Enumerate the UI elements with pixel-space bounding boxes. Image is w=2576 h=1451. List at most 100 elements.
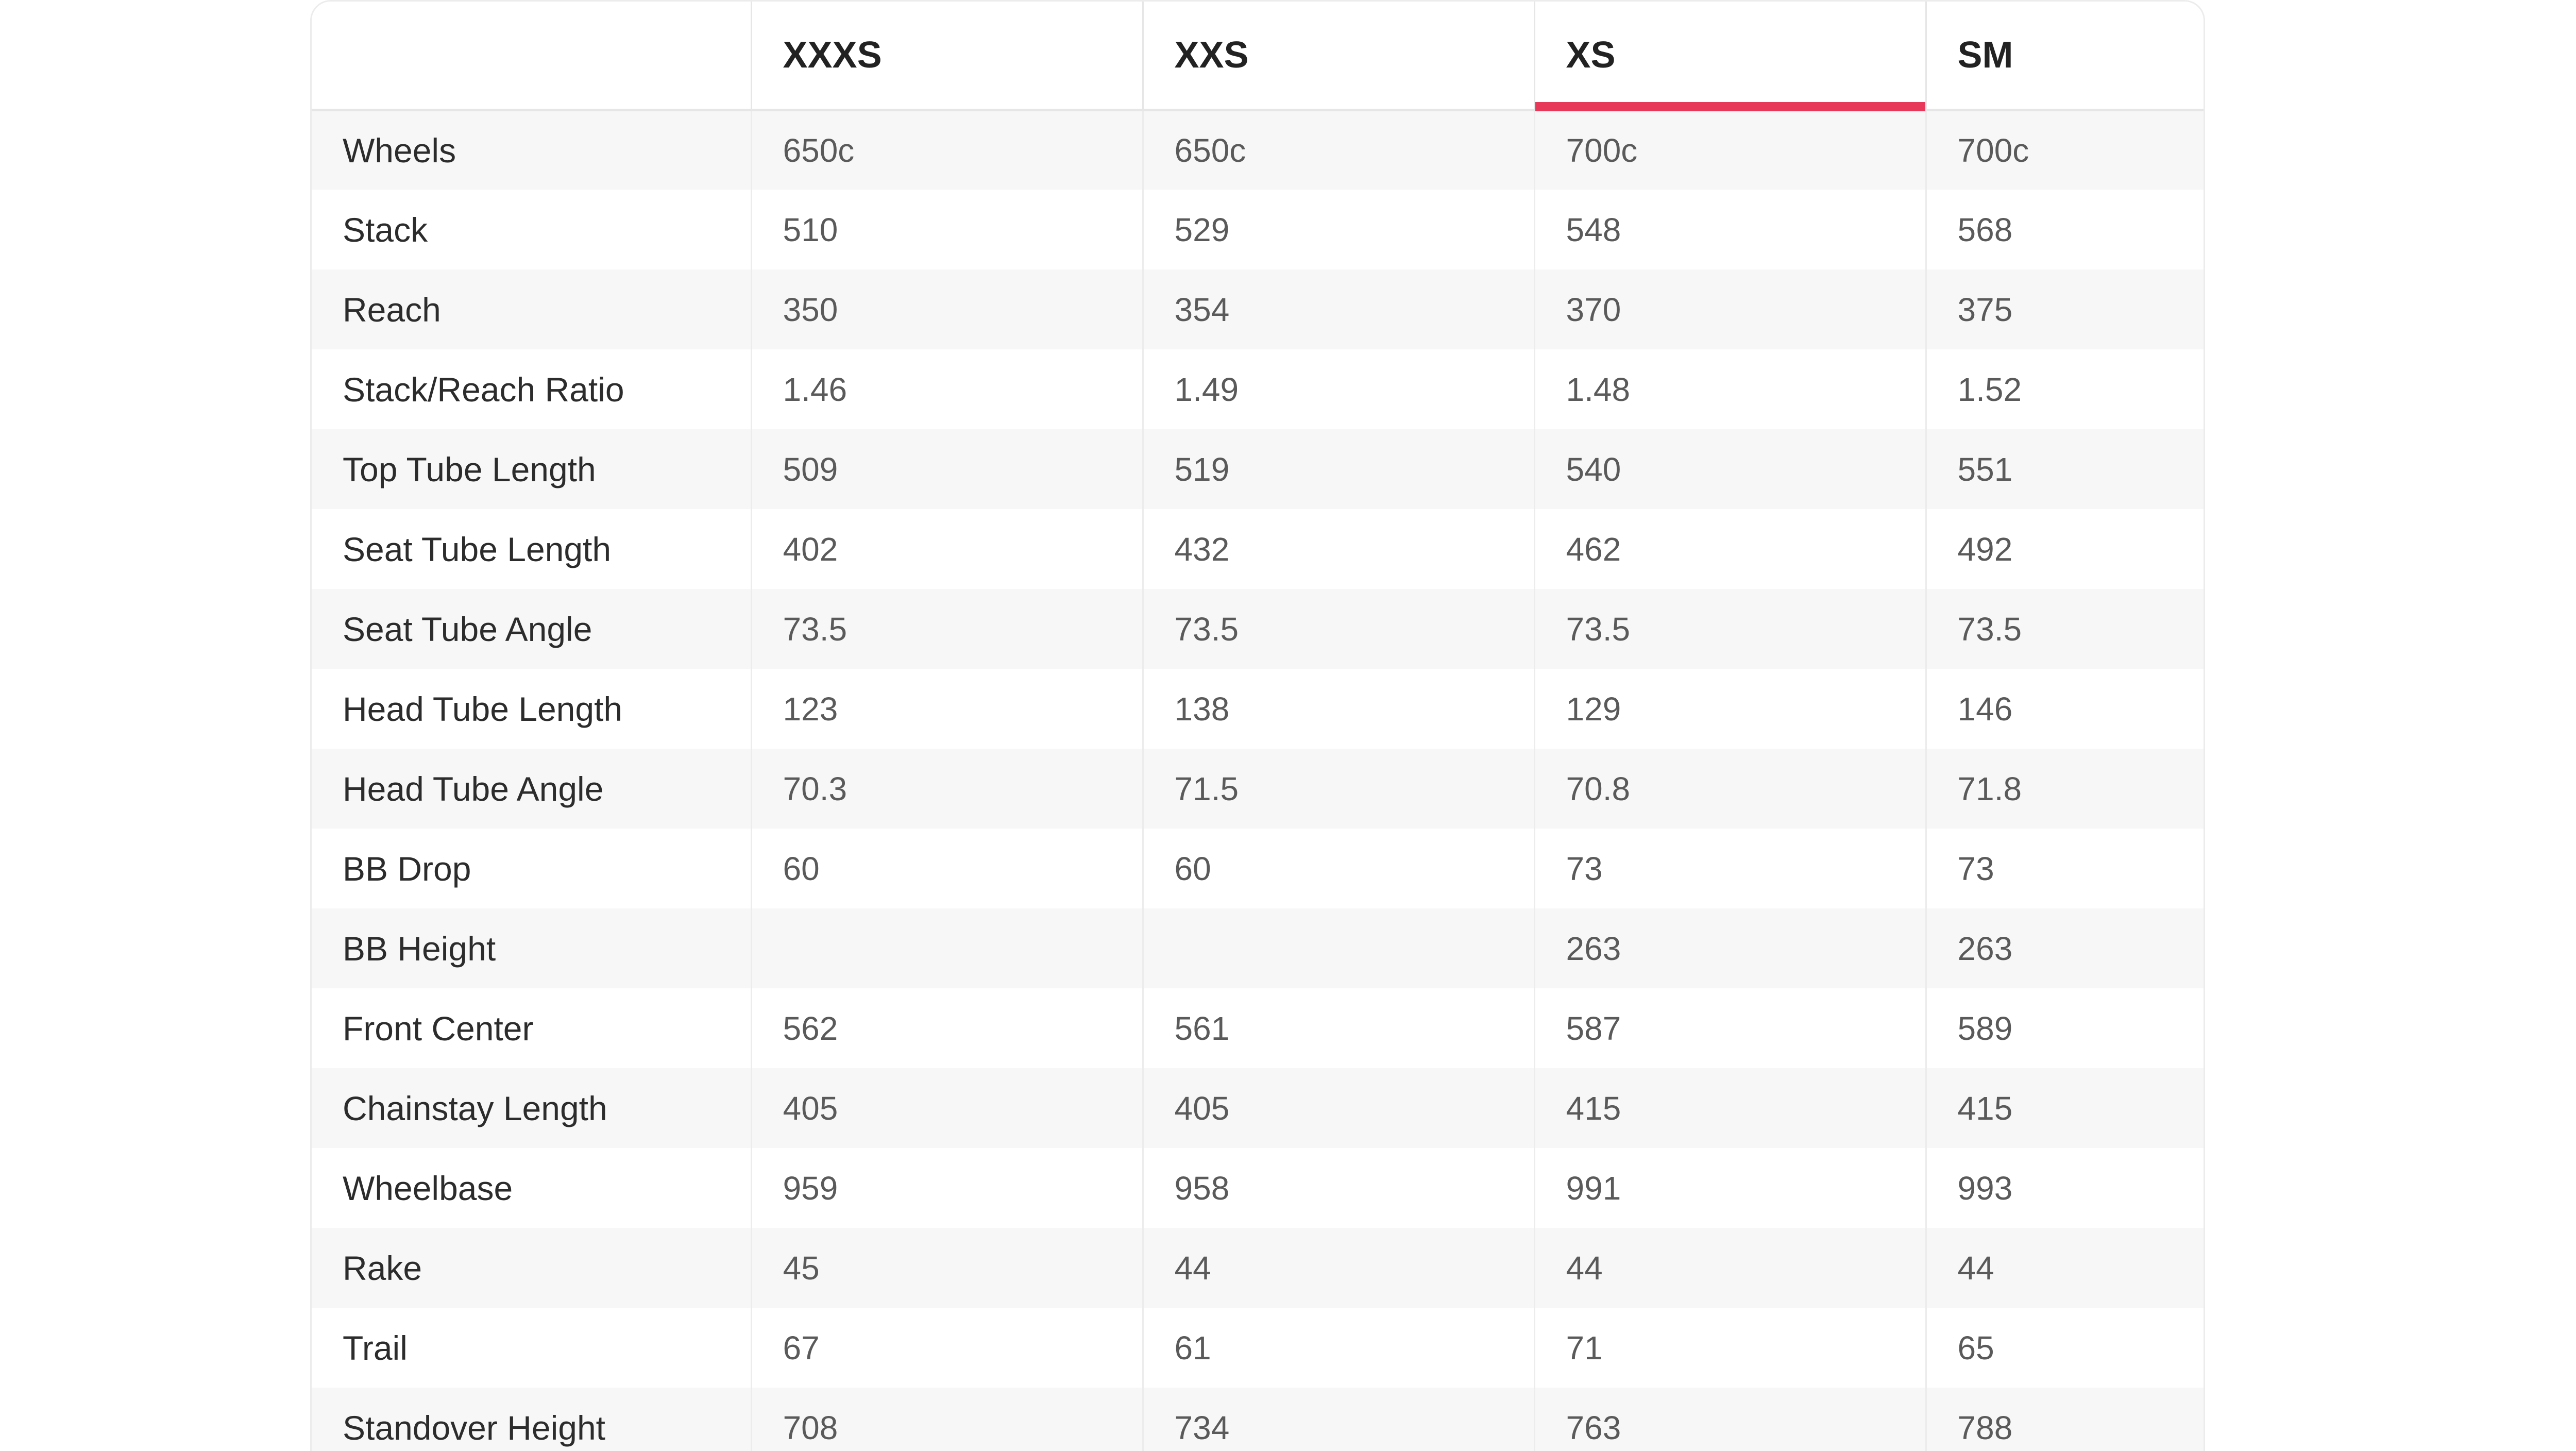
table-cell: 45 bbox=[751, 1228, 1144, 1308]
row-label: Reach bbox=[312, 269, 752, 349]
table-row: Front Center 562 561 587 589 bbox=[312, 988, 2204, 1068]
table-cell: 589 bbox=[1926, 988, 2204, 1068]
table-row: Rake 45 44 44 44 bbox=[312, 1228, 2204, 1308]
table-cell: 263 bbox=[1534, 908, 1927, 988]
table-cell: 44 bbox=[1143, 1228, 1535, 1308]
table-cell: 73 bbox=[1534, 829, 1927, 908]
table-cell: 650c bbox=[1143, 110, 1535, 190]
table-cell: 415 bbox=[1926, 1068, 2204, 1148]
table-cell: 991 bbox=[1534, 1148, 1927, 1228]
table-cell: 73.5 bbox=[1143, 589, 1535, 669]
geometry-table-container: XXXS XXS XS SM Wheels 650c 650c 700c 700c Sta… bbox=[310, 0, 2205, 1451]
table-cell: 405 bbox=[751, 1068, 1144, 1148]
row-label: Seat Tube Length bbox=[312, 509, 752, 589]
geometry-table: XXXS XXS XS SM Wheels 650c 650c 700c 700c Sta… bbox=[312, 2, 2204, 1451]
table-cell: 129 bbox=[1534, 669, 1927, 749]
row-label: Wheelbase bbox=[312, 1148, 752, 1228]
table-cell: 70.8 bbox=[1534, 749, 1927, 829]
row-label: Chainstay Length bbox=[312, 1068, 752, 1148]
table-cell: 734 bbox=[1143, 1388, 1535, 1451]
row-label: Seat Tube Angle bbox=[312, 589, 752, 669]
table-cell: 509 bbox=[751, 429, 1144, 509]
table-cell: 432 bbox=[1143, 509, 1535, 589]
size-tab-xxxs[interactable]: XXXS bbox=[751, 2, 1144, 111]
table-cell: 71.8 bbox=[1926, 749, 2204, 829]
table-row: Reach 350 354 370 375 bbox=[312, 269, 2204, 349]
table-cell: 71 bbox=[1534, 1308, 1927, 1388]
table-cell: 763 bbox=[1534, 1388, 1927, 1451]
table-row: Standover Height 708 734 763 788 bbox=[312, 1388, 2204, 1451]
table-cell: 73 bbox=[1926, 829, 2204, 908]
table-cell: 562 bbox=[751, 988, 1144, 1068]
table-cell: 65 bbox=[1926, 1308, 2204, 1388]
row-label: Head Tube Angle bbox=[312, 749, 752, 829]
table-cell: 529 bbox=[1143, 190, 1535, 269]
table-cell: 548 bbox=[1534, 190, 1927, 269]
table-row: Chainstay Length 405 405 415 415 bbox=[312, 1068, 2204, 1148]
table-cell: 402 bbox=[751, 509, 1144, 589]
table-row: Top Tube Length 509 519 540 551 bbox=[312, 429, 2204, 509]
table-cell: 1.49 bbox=[1143, 349, 1535, 429]
table-row: BB Height 263 263 bbox=[312, 908, 2204, 988]
table-row: Trail 67 61 71 65 bbox=[312, 1308, 2204, 1388]
table-cell: 510 bbox=[751, 190, 1144, 269]
table-cell: 44 bbox=[1926, 1228, 2204, 1308]
table-cell: 350 bbox=[751, 269, 1144, 349]
table-cell: 146 bbox=[1926, 669, 2204, 749]
table-cell: 708 bbox=[751, 1388, 1144, 1451]
row-label: Rake bbox=[312, 1228, 752, 1308]
row-label: BB Height bbox=[312, 908, 752, 988]
table-cell: 700c bbox=[1926, 110, 2204, 190]
table-cell: 60 bbox=[751, 829, 1144, 908]
table-cell bbox=[1143, 908, 1535, 988]
table-cell: 73.5 bbox=[751, 589, 1144, 669]
row-label: Stack bbox=[312, 190, 752, 269]
row-label: BB Drop bbox=[312, 829, 752, 908]
row-label: Head Tube Length bbox=[312, 669, 752, 749]
table-cell: 1.48 bbox=[1534, 349, 1927, 429]
size-tab-xxs[interactable]: XXS bbox=[1143, 2, 1535, 111]
table-cell: 519 bbox=[1143, 429, 1535, 509]
table-cell: 462 bbox=[1534, 509, 1927, 589]
table-cell: 958 bbox=[1143, 1148, 1535, 1228]
table-cell: 73.5 bbox=[1534, 589, 1927, 669]
table-cell: 993 bbox=[1926, 1148, 2204, 1228]
table-cell: 561 bbox=[1143, 988, 1535, 1068]
size-tab-sm[interactable]: SM bbox=[1926, 2, 2204, 111]
table-cell: 354 bbox=[1143, 269, 1535, 349]
table-row: Stack 510 529 548 568 bbox=[312, 190, 2204, 269]
header-corner-cell bbox=[312, 2, 752, 111]
table-row: Wheels 650c 650c 700c 700c bbox=[312, 110, 2204, 190]
table-cell: 44 bbox=[1534, 1228, 1927, 1308]
table-cell: 375 bbox=[1926, 269, 2204, 349]
table-cell: 60 bbox=[1143, 829, 1535, 908]
header-row: XXXS XXS XS SM bbox=[312, 2, 2204, 111]
row-label: Wheels bbox=[312, 110, 752, 190]
table-cell: 67 bbox=[751, 1308, 1144, 1388]
table-cell: 70.3 bbox=[751, 749, 1144, 829]
table-cell: 405 bbox=[1143, 1068, 1535, 1148]
row-label: Standover Height bbox=[312, 1388, 752, 1451]
table-row: Head Tube Length 123 138 129 146 bbox=[312, 669, 2204, 749]
table-cell: 959 bbox=[751, 1148, 1144, 1228]
table-cell: 1.52 bbox=[1926, 349, 2204, 429]
table-cell: 73.5 bbox=[1926, 589, 2204, 669]
table-cell: 551 bbox=[1926, 429, 2204, 509]
table-cell: 370 bbox=[1534, 269, 1927, 349]
table-cell bbox=[751, 908, 1144, 988]
table-cell: 61 bbox=[1143, 1308, 1535, 1388]
table-row: Wheelbase 959 958 991 993 bbox=[312, 1148, 2204, 1228]
table-row: Head Tube Angle 70.3 71.5 70.8 71.8 bbox=[312, 749, 2204, 829]
table-cell: 700c bbox=[1534, 110, 1927, 190]
table-row: BB Drop 60 60 73 73 bbox=[312, 829, 2204, 908]
table-cell: 587 bbox=[1534, 988, 1927, 1068]
table-cell: 568 bbox=[1926, 190, 2204, 269]
table-row: Seat Tube Length 402 432 462 492 bbox=[312, 509, 2204, 589]
size-tab-xs-active[interactable]: XS bbox=[1534, 2, 1927, 111]
table-cell: 123 bbox=[751, 669, 1144, 749]
table-row: Stack/Reach Ratio 1.46 1.49 1.48 1.52 bbox=[312, 349, 2204, 429]
table-cell: 540 bbox=[1534, 429, 1927, 509]
table-cell: 138 bbox=[1143, 669, 1535, 749]
row-label: Stack/Reach Ratio bbox=[312, 349, 752, 429]
row-label: Top Tube Length bbox=[312, 429, 752, 509]
